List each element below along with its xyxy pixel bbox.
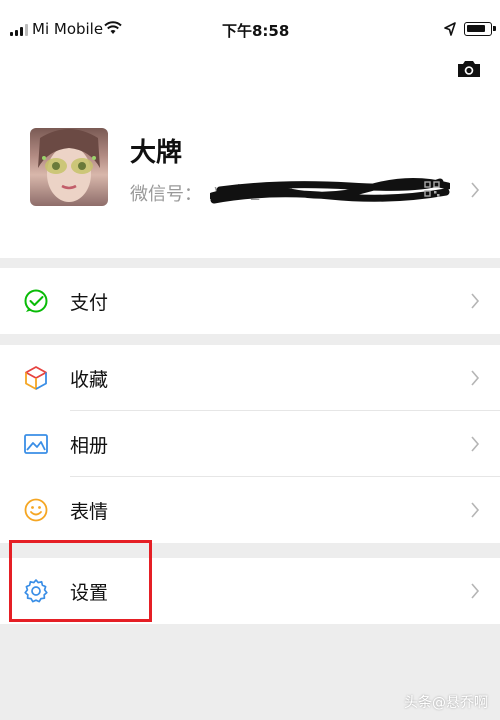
signal-icon	[10, 24, 28, 36]
location-arrow-icon	[444, 22, 456, 36]
camera-icon[interactable]	[456, 58, 482, 80]
status-bar: Mi Mobile 下午8:58	[0, 0, 500, 60]
carrier-name: Mi Mobile	[32, 20, 104, 38]
wechat-me-screen: Mi Mobile 下午8:58 大牌 微信号： wxid_uxbf... 支付…	[0, 0, 500, 720]
chevron-right-icon	[471, 583, 480, 599]
wifi-icon	[104, 21, 122, 34]
content-group: 收藏 相册 表情	[0, 345, 500, 543]
pay-group: 支付	[0, 268, 500, 334]
battery-icon	[464, 22, 496, 36]
wechat-id-label: 微信号：	[130, 184, 202, 205]
watermark-text: 头条@悬乔啊	[404, 695, 488, 711]
menu-item-favorites[interactable]: 收藏	[0, 345, 500, 411]
settings-highlight-box	[9, 540, 152, 622]
album-icon	[24, 434, 48, 454]
menu-item-pay[interactable]: 支付	[0, 268, 500, 334]
chevron-right-icon[interactable]	[470, 182, 480, 198]
menu-item-label: 支付	[70, 291, 109, 314]
favorites-icon	[25, 366, 47, 390]
pay-icon	[24, 289, 48, 313]
chevron-right-icon	[471, 436, 480, 452]
avatar[interactable]	[30, 128, 108, 206]
chevron-right-icon	[471, 370, 480, 386]
redaction-scribble	[210, 177, 450, 204]
stickers-icon	[24, 498, 48, 522]
menu-item-label: 收藏	[70, 368, 109, 391]
qr-code-icon[interactable]	[424, 181, 440, 197]
menu-item-album[interactable]: 相册	[0, 411, 500, 477]
menu-item-label: 相册	[70, 434, 109, 457]
nickname: 大牌	[130, 138, 183, 168]
chevron-right-icon	[471, 502, 480, 518]
chevron-right-icon	[471, 293, 480, 309]
profile-header[interactable]: 大牌 微信号： wxid_uxbf...	[0, 60, 500, 258]
menu-item-label: 表情	[70, 500, 109, 523]
menu-item-stickers[interactable]: 表情	[0, 477, 500, 543]
status-time: 下午8:58	[222, 22, 290, 40]
